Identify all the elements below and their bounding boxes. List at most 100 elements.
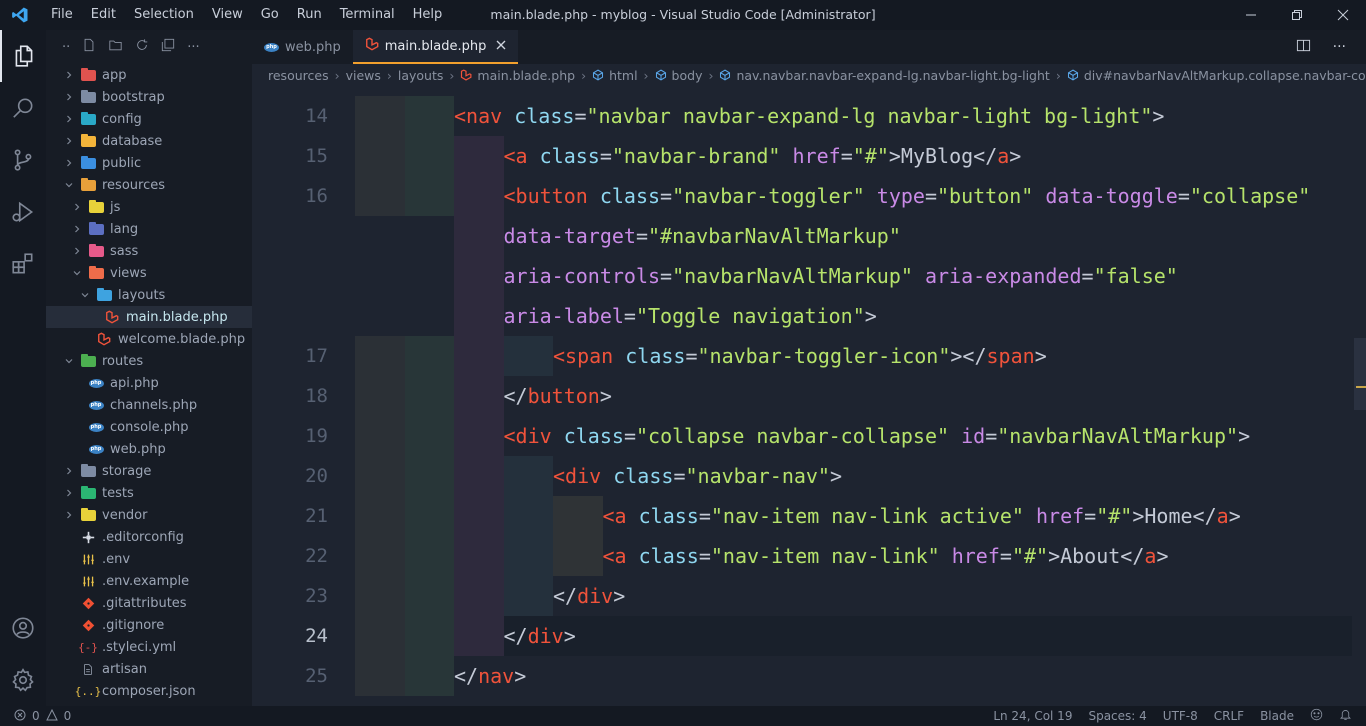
notifications-bell-icon[interactable] — [1339, 708, 1352, 724]
tree-folder[interactable]: layouts — [46, 284, 252, 306]
tree-file[interactable]: artisan — [46, 658, 252, 680]
tree-file[interactable]: .editorconfig — [46, 526, 252, 548]
encoding[interactable]: UTF-8 — [1163, 709, 1198, 723]
problems-indicator[interactable]: 0 0 — [0, 708, 71, 724]
code-line[interactable]: <nav class="navbar navbar-expand-lg navb… — [355, 96, 1352, 136]
code-line[interactable]: </div> — [355, 576, 1352, 616]
indentation[interactable]: Spaces: 4 — [1088, 709, 1146, 723]
tab-web-php[interactable]: php web.php — [252, 30, 353, 64]
tree-folder[interactable]: routes — [46, 350, 252, 372]
menu-view[interactable]: View — [203, 0, 252, 30]
tree-folder[interactable]: vendor — [46, 504, 252, 526]
tree-folder[interactable]: storage — [46, 460, 252, 482]
menu-file[interactable]: File — [42, 0, 82, 30]
tree-folder[interactable]: config — [46, 108, 252, 130]
breadcrumb-item[interactable]: layouts — [398, 68, 444, 83]
tab-main-blade-php[interactable]: main.blade.php — [352, 30, 519, 64]
tree-file[interactable]: .env.example — [46, 570, 252, 592]
breadcrumb-item[interactable]: resources — [268, 68, 329, 83]
accounts-icon[interactable] — [0, 602, 46, 654]
tree-file[interactable]: php api.php — [46, 372, 252, 394]
breadcrumb-item[interactable]: div#navbarNavAltMarkup.collapse.navbar-c… — [1084, 68, 1366, 83]
code-line[interactable]: </nav> — [355, 656, 1352, 696]
tree-folder[interactable]: views — [46, 262, 252, 284]
code-line[interactable]: data-target="#navbarNavAltMarkup" — [355, 216, 1352, 256]
folder-icon — [80, 133, 96, 148]
tree-file[interactable]: php channels.php — [46, 394, 252, 416]
tree-file[interactable]: .gitattributes — [46, 592, 252, 614]
tree-file[interactable]: php web.php — [46, 438, 252, 460]
code-line[interactable]: </div> — [355, 616, 1352, 656]
tree-folder[interactable]: sass — [46, 240, 252, 262]
code-line[interactable]: <a class="nav-item nav-link active" href… — [355, 496, 1352, 536]
code-line[interactable]: <span class="navbar-toggler-icon"></span… — [355, 336, 1352, 376]
menu-go[interactable]: Go — [252, 0, 288, 30]
menu-edit[interactable]: Edit — [82, 0, 125, 30]
breadcrumb-item[interactable]: html — [609, 68, 637, 83]
refresh-icon[interactable] — [135, 38, 149, 56]
tree-file[interactable]: {..} composer.json — [46, 680, 252, 702]
tree-folder[interactable]: lang — [46, 218, 252, 240]
more-dots-icon[interactable]: ·· — [62, 40, 70, 55]
tree-item-label: storage — [102, 463, 152, 479]
code-token: "nav-item nav-link" — [710, 544, 952, 568]
tree-folder[interactable]: database — [46, 130, 252, 152]
restore-icon[interactable] — [1274, 0, 1320, 30]
cursor-position[interactable]: Ln 24, Col 19 — [993, 709, 1072, 723]
code-line[interactable]: <div class="navbar-nav"> — [355, 456, 1352, 496]
tree-folder[interactable]: public — [46, 152, 252, 174]
close-window-icon[interactable] — [1320, 0, 1366, 30]
folder-icon — [88, 221, 104, 236]
tree-folder[interactable]: tests — [46, 482, 252, 504]
breadcrumb-item[interactable]: main.blade.php — [477, 68, 575, 83]
tree-file[interactable]: .gitignore — [46, 614, 252, 636]
tree-file[interactable]: .env — [46, 548, 252, 570]
search-icon[interactable] — [0, 82, 46, 134]
code-token: "collapse" — [1189, 184, 1311, 208]
menu-run[interactable]: Run — [288, 0, 331, 30]
breadcrumb-item[interactable]: views — [346, 68, 381, 83]
extensions-icon[interactable] — [0, 238, 46, 290]
breadcrumb-item[interactable]: body — [672, 68, 703, 83]
code-line[interactable]: aria-label="Toggle navigation"> — [355, 296, 1352, 336]
new-folder-icon[interactable] — [108, 38, 123, 56]
tree-file[interactable]: main.blade.php — [46, 306, 252, 328]
menu-terminal[interactable]: Terminal — [331, 0, 404, 30]
code-line[interactable]: <div class="collapse navbar-collapse" id… — [355, 416, 1352, 456]
code-token: div — [577, 584, 614, 608]
explorer-icon[interactable] — [0, 30, 46, 82]
code-lines[interactable]: <nav class="navbar navbar-expand-lg navb… — [355, 96, 1352, 696]
code-editor[interactable]: 14 15 16 17 18 19 20 21 22 23 24 25 <nav class="nav… — [252, 86, 1352, 706]
code-line[interactable]: aria-controls="navbarNavAltMarkup" aria-… — [355, 256, 1352, 296]
code-line[interactable]: <a class="navbar-brand" href="#">MyBlog<… — [355, 136, 1352, 176]
run-debug-icon[interactable] — [0, 186, 46, 238]
code-token: class — [514, 104, 575, 128]
close-tab-icon[interactable] — [496, 39, 506, 54]
tree-folder[interactable]: js — [46, 196, 252, 218]
end-of-line[interactable]: CRLF — [1214, 709, 1244, 723]
feedback-icon[interactable] — [1310, 708, 1323, 724]
code-line[interactable]: </button> — [355, 376, 1352, 416]
settings-gear-icon[interactable] — [0, 654, 46, 706]
breadcrumb-item[interactable]: nav.navbar.navbar-expand-lg.navbar-light… — [736, 68, 1049, 83]
menu-selection[interactable]: Selection — [125, 0, 203, 30]
source-control-icon[interactable] — [0, 134, 46, 186]
new-file-icon[interactable] — [82, 38, 96, 56]
tree-file[interactable]: {-} .styleci.yml — [46, 636, 252, 658]
minimize-icon[interactable] — [1228, 0, 1274, 30]
collapse-all-icon[interactable] — [161, 38, 175, 56]
indent-guide — [404, 536, 454, 576]
menu-help[interactable]: Help — [404, 0, 452, 30]
code-line[interactable]: <a class="nav-item nav-link" href="#">Ab… — [355, 536, 1352, 576]
tree-folder[interactable]: app — [46, 64, 252, 86]
tree-folder[interactable]: resources — [46, 174, 252, 196]
scrollbar-thumb[interactable] — [1354, 338, 1366, 410]
more-actions-icon[interactable]: ··· — [187, 40, 199, 55]
tree-file[interactable]: php console.php — [46, 416, 252, 438]
tree-folder[interactable]: bootstrap — [46, 86, 252, 108]
tree-file[interactable]: welcome.blade.php — [46, 328, 252, 350]
language-mode[interactable]: Blade — [1260, 709, 1294, 723]
split-editor-icon[interactable] — [1296, 38, 1311, 57]
code-line[interactable]: <button class="navbar-toggler" type="but… — [355, 176, 1352, 216]
more-actions-icon[interactable]: ··· — [1333, 39, 1346, 55]
